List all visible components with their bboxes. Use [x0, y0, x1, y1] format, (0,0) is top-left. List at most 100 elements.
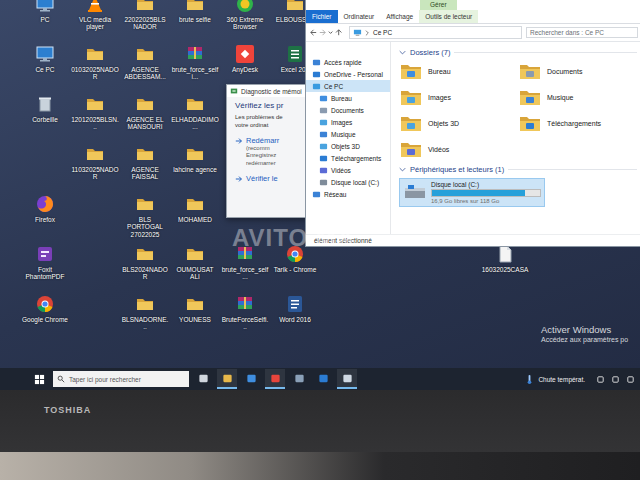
folder-item[interactable]: Documents: [518, 61, 637, 81]
chrome-icon: [35, 294, 55, 314]
nav-item[interactable]: OneDrive - Personal: [306, 68, 390, 80]
context-tab[interactable]: Gérer: [420, 0, 457, 10]
desktop-icon[interactable]: brute selfie: [170, 0, 220, 23]
taskbar-search[interactable]: Taper ici pour rechercher: [53, 371, 189, 387]
desktop-icon[interactable]: AGENCE EL MANSOURI: [120, 94, 170, 131]
file-explorer-window[interactable]: Gérer FichierOrdinateurAffichageOutils de…: [305, 0, 640, 247]
desktop-icon[interactable]: Corbeille: [20, 94, 70, 123]
desktop-icon[interactable]: VLC media player: [70, 0, 120, 31]
desktop-icon[interactable]: AGENCE FAISSAL: [120, 144, 170, 181]
desktop-icon-label: ELHADDADIMO...: [171, 116, 219, 131]
status-bar: élément sélectionné: [306, 234, 640, 246]
folder-item[interactable]: Vidéos: [399, 139, 518, 159]
drive-usage-bar: [431, 189, 541, 197]
folder-item[interactable]: Bureau: [399, 61, 518, 81]
ribbon-tab[interactable]: Fichier: [306, 10, 338, 23]
desktop-icon[interactable]: 22022025BLS NADOR: [120, 0, 170, 31]
music-icon: [319, 130, 328, 139]
desktop-icon[interactable]: YOUNESS: [170, 294, 220, 323]
search-box[interactable]: Rechercher dans : Ce PC: [526, 27, 638, 38]
mail-icon: [318, 373, 329, 384]
desktop-icon[interactable]: 16032025CASA: [480, 244, 530, 273]
memory-diagnostic-dialog[interactable]: Diagnostic de mémoiVérifiez les prLes pr…: [226, 84, 308, 218]
nav-item[interactable]: Bureau: [306, 92, 390, 104]
taskbar-app[interactable]: [313, 369, 333, 389]
search-placeholder: Rechercher dans : Ce PC: [530, 29, 604, 36]
ribbon-tab[interactable]: Ordinateur: [338, 10, 381, 23]
desktop-icon[interactable]: 12012025BLSN...: [70, 94, 120, 131]
nav-item[interactable]: Téléchargements: [306, 152, 390, 164]
address-bar[interactable]: Ce PC: [349, 26, 522, 39]
chip-icon: [230, 87, 238, 95]
excel-icon: [285, 44, 305, 64]
group-header[interactable]: Dossiers (7): [399, 48, 637, 57]
dialog-option-title: Redémarr: [246, 136, 279, 145]
taskbar-app[interactable]: [337, 369, 357, 389]
taskbar-app[interactable]: [289, 369, 309, 389]
nav-item[interactable]: Musique: [306, 128, 390, 140]
desktop-icon[interactable]: PC: [20, 0, 70, 23]
windows-start-icon[interactable]: [34, 374, 45, 385]
desktop-icon[interactable]: MOHAMED: [170, 194, 220, 223]
desktop-icon-label: BLS2024NADOR: [121, 266, 169, 281]
folder-item[interactable]: Images: [399, 87, 518, 107]
desktop-icon[interactable]: Ce PC: [20, 44, 70, 73]
desktop-icon[interactable]: AnyDesk: [220, 44, 270, 73]
search-icon: [57, 375, 65, 383]
activation-watermark: Activer WindowsAccédez aux paramètres po: [541, 324, 628, 343]
tray-item[interactable]: [610, 374, 621, 385]
collapse-icon: [399, 167, 406, 172]
desktop-icon[interactable]: BLS PORTOGAL 27022025: [120, 194, 170, 238]
desktop-icon[interactable]: ELHADDADIMO...: [170, 94, 220, 131]
desktop-icon[interactable]: BruteForceSelfi...: [220, 294, 270, 331]
nav-item[interactable]: Images: [306, 116, 390, 128]
desktop-icon-label: Google Chrome: [21, 316, 69, 323]
desktop-icon[interactable]: OUMOUSAT ALI: [170, 244, 220, 281]
desktop-icon[interactable]: brute_force_selfi...: [170, 44, 220, 81]
taskbar-app[interactable]: [241, 369, 261, 389]
ribbon-tab[interactable]: Affichage: [380, 10, 419, 23]
desktop-icon[interactable]: 11032025NADOR: [70, 144, 120, 181]
ribbon-tab[interactable]: Outils de lecteur: [419, 10, 478, 23]
desktop-icon[interactable]: lahcine agence: [170, 144, 220, 173]
desktop-icon[interactable]: Google Chrome: [20, 294, 70, 323]
weather-widget[interactable]: Chute températ.: [524, 374, 585, 385]
nav-item[interactable]: Ce PC: [306, 80, 390, 92]
taskbar-app[interactable]: [265, 369, 285, 389]
desktop-icon-label: 01032025NADOR: [71, 66, 119, 81]
chevron-icon: [365, 29, 370, 37]
group-header[interactable]: Périphériques et lecteurs (1): [399, 165, 637, 174]
folder-item[interactable]: Objets 3D: [399, 113, 518, 133]
nav-item[interactable]: Vidéos: [306, 164, 390, 176]
store-icon: [246, 373, 257, 384]
desktop-icon[interactable]: 360 Extreme Browser: [220, 0, 270, 31]
desktop-icon-label: Corbeille: [21, 116, 69, 123]
desktop-icon[interactable]: AGENCE ABDESSAM...: [120, 44, 170, 81]
desktop-icon[interactable]: Foxit PhantomPDF: [20, 244, 70, 281]
nav-item[interactable]: Réseau: [306, 188, 390, 200]
dialog-option[interactable]: Vérifier le: [235, 174, 303, 183]
nav-item[interactable]: Disque local (C:): [306, 176, 390, 188]
taskbar-app[interactable]: [217, 369, 237, 389]
desktop-icon[interactable]: Word 2016: [270, 294, 320, 323]
dialog-option[interactable]: Redémarr(recommEnregistrezredémarrer: [235, 136, 303, 168]
desktop-icon[interactable]: BLS2024NADOR: [120, 244, 170, 281]
tray-item[interactable]: [595, 374, 606, 385]
folder-item[interactable]: Téléchargements: [518, 113, 637, 133]
nav-item[interactable]: Accès rapide: [306, 56, 390, 68]
drive-item[interactable]: Disque local (C:)16,9 Go libres sur 118 …: [399, 178, 545, 207]
nav-item-label: Téléchargements: [331, 154, 381, 163]
desktop-icon[interactable]: BLSNADORNE...: [120, 294, 170, 331]
folder-icon: [135, 144, 155, 164]
desktop-icon-label: MOHAMED: [171, 216, 219, 223]
tray-item[interactable]: [625, 374, 636, 385]
desktop-icon[interactable]: Firefox: [20, 194, 70, 223]
nav-item[interactable]: Objets 3D: [306, 140, 390, 152]
photo-watermark: AVITO.MA: [232, 224, 355, 252]
desktop-icon[interactable]: 01032025NADOR: [70, 44, 120, 81]
folder-item[interactable]: Musique: [518, 87, 637, 107]
nav-item[interactable]: Documents: [306, 104, 390, 116]
desktop-icon-label: AGENCE EL MANSOURI: [121, 116, 169, 131]
navigation-arrows-icon[interactable]: [309, 28, 345, 37]
taskbar-app[interactable]: [193, 369, 213, 389]
